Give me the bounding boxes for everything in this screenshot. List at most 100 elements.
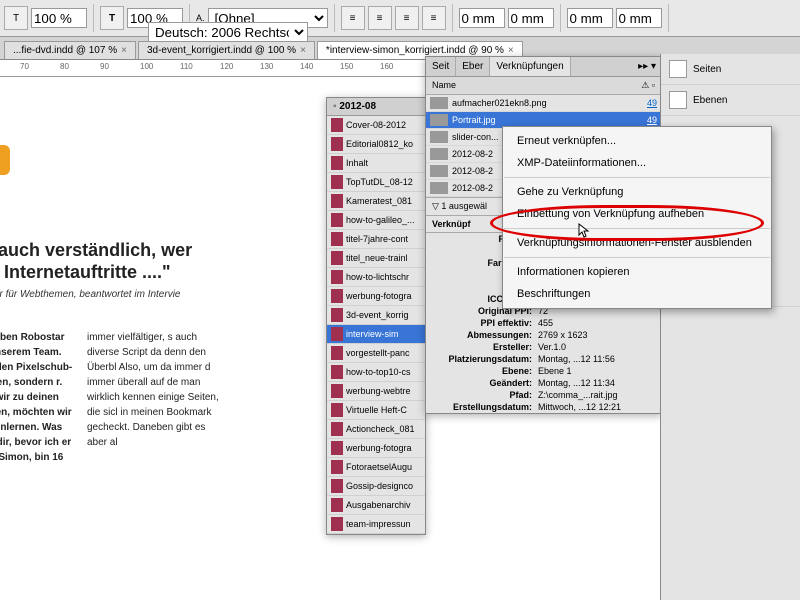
context-menu-item[interactable]: XMP-Dateiinformationen... [503,152,771,174]
page-item[interactable]: titel_neue-trainl [327,249,425,268]
language-select[interactable]: Deutsch: 2006 Rechtschreib... [148,22,308,42]
page-item[interactable]: Gossip-designco [327,477,425,496]
pages-icon [669,60,687,78]
indd-icon [331,289,343,303]
page-item[interactable]: team-impressun [327,515,425,534]
link-thumbnail [430,165,448,177]
warning-icon: ⚠ [641,80,649,91]
page-item[interactable]: TopTutDL_08-12 [327,173,425,192]
align-center-icon[interactable]: ≡ [368,6,392,30]
context-menu-item[interactable]: Informationen kopieren [503,261,771,283]
align-right-icon[interactable]: ≡ [395,6,419,30]
link-thumbnail [430,114,448,126]
detail-row: Platzierungsdatum:Montag, ...12 11:56 [426,353,661,365]
orange-shape [0,145,10,175]
align-left-icon[interactable]: ≡ [341,6,365,30]
indd-icon [331,365,343,379]
layers-icon [669,91,687,109]
page-item[interactable]: werbung-fotogra [327,439,425,458]
link-thumbnail [430,182,448,194]
close-icon[interactable]: × [121,45,127,56]
detail-row: Geändert:Montag, ...12 11:34 [426,377,661,389]
detail-row: PPI effektiv:455 [426,317,661,329]
page-item[interactable]: how-to-top10-cs [327,363,425,382]
close-icon[interactable]: × [300,45,306,56]
headline: s aber auch verständlich, weren ihre Int… [0,240,220,283]
context-menu-item[interactable]: Gehe zu Verknüpfung [503,181,771,203]
indd-icon [331,118,343,132]
tab-verknuepfungen[interactable]: Verknüpfungen [490,57,570,76]
indd-icon [331,327,343,341]
indd-icon [331,384,343,398]
indd-icon [331,460,343,474]
indd-icon [331,137,343,151]
page-icon: ▫ [652,80,655,91]
panel-menu-icon[interactable]: ▸▸ ▾ [571,57,661,76]
page-item[interactable]: FotoraetselAugu [327,458,425,477]
col-name[interactable]: Name [432,80,641,91]
page-item[interactable]: vorgestellt-panc [327,344,425,363]
zoom-field[interactable] [31,8,87,28]
detail-row: Ersteller:Ver.1.0 [426,341,661,353]
dock-ebenen[interactable]: Ebenen [661,85,800,116]
link-thumbnail [430,131,448,143]
detail-row: Pfad:Z:\comma_...rait.jpg [426,389,661,401]
page-item[interactable]: interview-sim [327,325,425,344]
indd-icon [331,441,343,455]
pages-panel[interactable]: ◦ 2012-08 Cover-08-2012Editorial0812_koI… [326,97,426,535]
context-menu-item[interactable]: Erneut verknüpfen... [503,130,771,152]
indd-icon [331,194,343,208]
inset-right[interactable] [616,8,662,28]
body-col-2: immer vielfältiger, s auch diverse Scrip… [87,330,220,465]
page-item[interactable]: how-to-lichtschr [327,268,425,287]
page-item[interactable]: how-to-galileo_... [327,211,425,230]
page-item[interactable]: Kameratest_081 [327,192,425,211]
tab-seiten[interactable]: Seit [426,57,456,76]
detail-row: Ebene:Ebene 1 [426,365,661,377]
page-item[interactable]: werbung-webtre [327,382,425,401]
context-menu-item[interactable]: Einbettung von Verknüpfung aufheben [503,203,771,225]
indd-icon [331,403,343,417]
inset-top[interactable] [459,8,505,28]
close-icon[interactable]: × [508,45,514,56]
indd-icon [331,251,343,265]
links-panel-tabs[interactable]: Seit Eber Verknüpfungen ▸▸ ▾ [426,57,661,77]
link-row[interactable]: aufmacher021ekn8.png49 [426,95,661,112]
inset-left[interactable] [508,8,554,28]
align-justify-icon[interactable]: ≡ [422,6,446,30]
inset-bottom[interactable] [567,8,613,28]
indd-icon [331,498,343,512]
page-item[interactable]: titel-7jahre-cont [327,230,425,249]
indd-icon [331,213,343,227]
doc-tab-0[interactable]: ...fie-dvd.indd @ 107 %× [4,41,136,59]
page-item[interactable]: Ausgabenarchiv [327,496,425,515]
context-menu: Erneut verknüpfen...XMP-Dateiinformation… [502,126,772,309]
indd-icon [331,270,343,284]
pages-panel-title[interactable]: ◦ 2012-08 [327,98,425,116]
indd-icon [331,422,343,436]
link-thumbnail [430,148,448,160]
indd-icon [331,175,343,189]
context-menu-item[interactable]: Verknüpfungsinformationen-Fenster ausble… [503,232,771,254]
page-item[interactable]: Cover-08-2012 [327,116,425,135]
detail-row: Abmessungen:2769 x 1623 [426,329,661,341]
tab-ebenen[interactable]: Eber [456,57,490,76]
article-text: s aber auch verständlich, weren ihre Int… [0,240,220,465]
page-item[interactable]: werbung-fotogra [327,287,425,306]
context-menu-item[interactable]: Beschriftungen [503,283,771,305]
body-col-1: ist ja jetzt neben Robostar derator in u… [0,330,73,465]
page-item[interactable]: Actioncheck_081 [327,420,425,439]
text-tool-icon[interactable]: T [4,6,28,30]
page-item[interactable]: Editorial0812_ko [327,135,425,154]
dock-seiten[interactable]: Seiten [661,54,800,85]
indd-icon [331,308,343,322]
page-item[interactable]: Inhalt [327,154,425,173]
doc-tab-1[interactable]: 3d-event_korrigiert.indd @ 100 %× [138,41,315,59]
link-thumbnail [430,97,448,109]
type-scale-icon[interactable]: T [100,6,124,30]
page-item[interactable]: 3d-event_korrig [327,306,425,325]
indd-icon [331,232,343,246]
indd-icon [331,346,343,360]
page-item[interactable]: Virtuelle Heft-C [327,401,425,420]
indd-icon [331,156,343,170]
